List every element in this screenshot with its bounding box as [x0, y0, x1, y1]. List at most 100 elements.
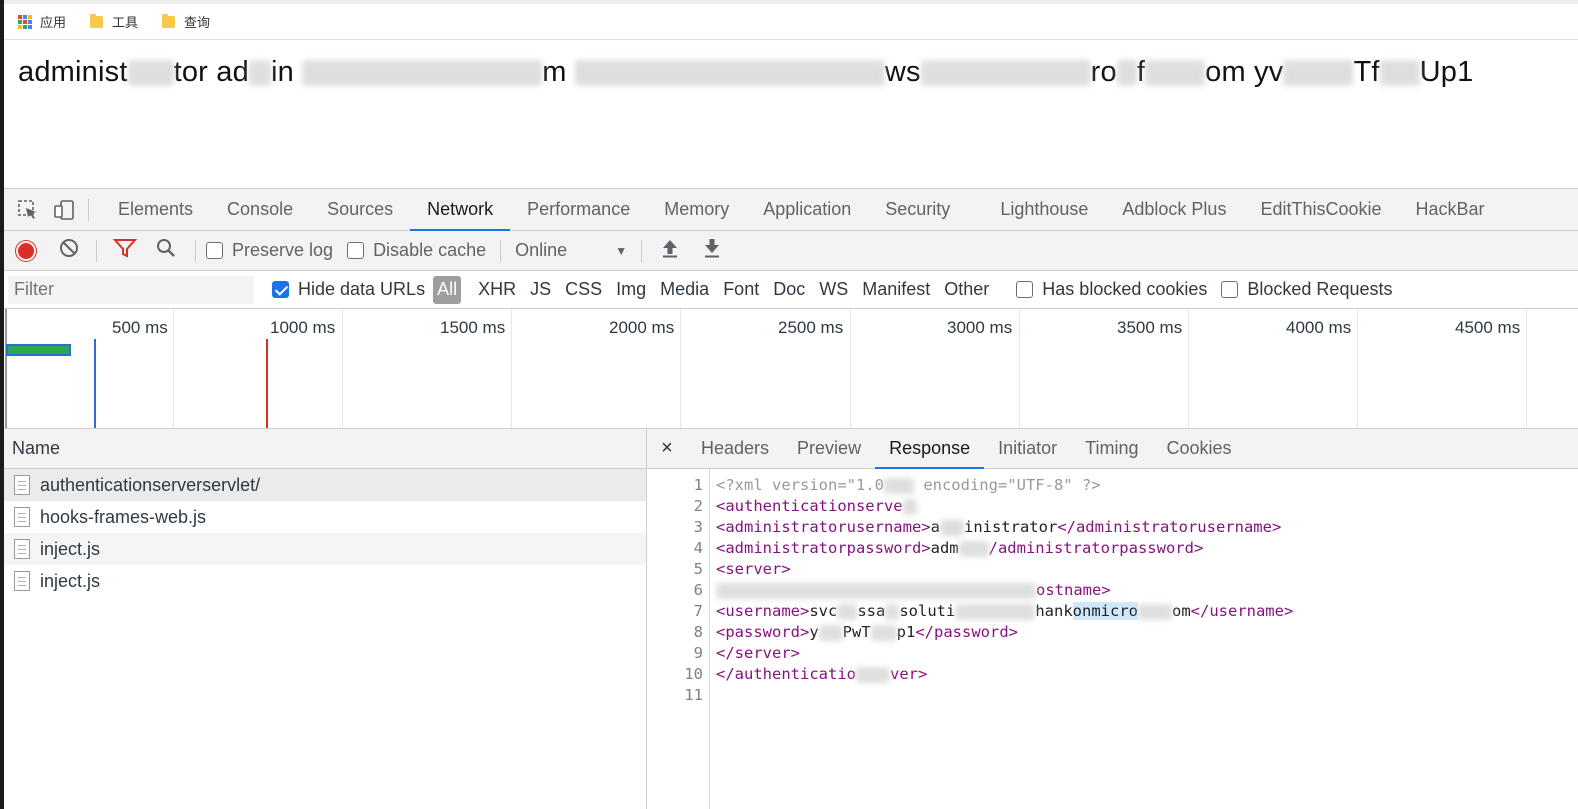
redaction	[958, 540, 989, 557]
checkbox-box[interactable]	[206, 242, 223, 259]
response-viewer[interactable]: 1 2 3 4 5 6 7 8 9 10 11 <?xml version="1…	[647, 469, 1578, 809]
code-token: <username>	[716, 602, 810, 620]
type-filter-doc[interactable]: Doc	[766, 276, 812, 304]
tab-console[interactable]: Console	[210, 189, 310, 230]
type-filter-ws[interactable]: WS	[812, 276, 855, 304]
line-number: 9	[693, 644, 703, 662]
checkbox-box[interactable]	[1221, 281, 1239, 298]
device-toolbar-icon[interactable]	[52, 198, 76, 222]
network-overview-timeline[interactable]: 500 ms 1000 ms 1500 ms 2000 ms 2500 ms 3…	[4, 309, 1578, 429]
page-response-text: administ tor ad in m ws ro f om yv Tf Up1	[18, 56, 1473, 89]
separator	[195, 239, 196, 262]
redaction	[902, 498, 917, 515]
tab-network[interactable]: Network	[410, 189, 511, 231]
tab-elements[interactable]: Elements	[101, 189, 210, 230]
tab-initiator[interactable]: Initiator	[984, 429, 1071, 468]
request-row[interactable]: authenticationserverservlet/	[4, 469, 646, 501]
bookmark-query[interactable]: 查询	[162, 12, 210, 31]
search-icon[interactable]	[155, 237, 177, 264]
redaction	[1137, 603, 1172, 620]
devtools-panel: Elements Console Sources Network Perform…	[4, 188, 1578, 809]
line-number: 4	[693, 539, 703, 557]
filter-funnel-icon[interactable]	[112, 237, 138, 264]
tab-cookies[interactable]: Cookies	[1153, 429, 1246, 468]
code-line: </authenticatio ver>	[716, 664, 1293, 685]
bookmark-apps[interactable]: 应用	[18, 12, 66, 31]
tab-performance[interactable]: Performance	[510, 189, 647, 230]
tab-lighthouse[interactable]: Lighthouse	[983, 189, 1105, 230]
type-filter-xhr[interactable]: XHR	[471, 276, 523, 304]
export-har-icon[interactable]	[702, 237, 722, 264]
disable-cache-checkbox[interactable]: Disable cache	[347, 240, 486, 261]
checkbox-box[interactable]	[272, 281, 289, 298]
type-filter-img[interactable]: Img	[609, 276, 653, 304]
tab-headers[interactable]: Headers	[687, 429, 783, 468]
request-row[interactable]: hooks-frames-web.js	[4, 501, 646, 533]
code-line: <server>	[716, 559, 1293, 580]
checkbox-box[interactable]	[347, 242, 365, 259]
separator	[641, 239, 643, 262]
preserve-log-checkbox[interactable]: Preserve log	[206, 240, 333, 261]
close-icon[interactable]: ×	[647, 429, 687, 468]
code-token: </server>	[716, 644, 800, 662]
type-filter-js[interactable]: JS	[523, 276, 558, 304]
type-filter-other[interactable]: Other	[937, 276, 996, 304]
code-token: soluti	[899, 602, 956, 620]
type-filter-font[interactable]: Font	[716, 276, 766, 304]
text-fragment: administ	[18, 56, 128, 88]
code-line: ostname>	[716, 580, 1293, 601]
filter-input[interactable]	[8, 275, 254, 304]
type-filter-css[interactable]: CSS	[558, 276, 609, 304]
code-token: </password>	[915, 623, 1018, 641]
timeline-tick-label: 3500 ms	[1117, 318, 1183, 337]
code-token: p1	[896, 623, 916, 641]
tab-security[interactable]: Security	[868, 189, 967, 230]
code-token: PwT	[842, 623, 871, 641]
tab-hackbar[interactable]: HackBar	[1399, 189, 1502, 230]
name-column-header[interactable]: Name	[4, 429, 646, 469]
code-line: </server>	[716, 643, 1293, 664]
clear-icon[interactable]	[58, 237, 80, 264]
inspect-element-icon[interactable]	[16, 198, 40, 222]
type-filter-all[interactable]: All	[433, 275, 462, 304]
grid-line	[850, 309, 851, 428]
import-har-icon[interactable]	[660, 237, 680, 264]
tab-application[interactable]: Application	[746, 189, 868, 230]
request-row[interactable]: inject.js	[4, 565, 646, 597]
tab-preview[interactable]: Preview	[783, 429, 875, 468]
line-number: 10	[684, 665, 703, 683]
code-line: <administratorpassword>adm/administrator…	[716, 538, 1293, 559]
record-button[interactable]	[16, 240, 36, 261]
timeline-tick-label: 1000 ms	[270, 318, 336, 337]
request-row[interactable]: inject.js	[4, 533, 646, 565]
network-filterbar: Hide data URLs All XHR JS CSS Img Media …	[4, 271, 1578, 309]
tab-memory[interactable]: Memory	[647, 189, 746, 230]
code-token: a	[930, 518, 940, 536]
code-token: <?xml version="1.0	[716, 476, 884, 494]
throttle-select[interactable]: Online ▼	[515, 240, 627, 261]
timeline-tick-label: 3000 ms	[947, 318, 1013, 337]
tab-adblock-plus[interactable]: Adblock Plus	[1105, 189, 1243, 230]
has-blocked-cookies-checkbox[interactable]: Has blocked cookies	[1016, 279, 1207, 300]
tab-sources[interactable]: Sources	[310, 189, 410, 230]
text-fragment: tor ad	[173, 56, 249, 88]
detail-tabbar: × Headers Preview Response Initiator Tim…	[647, 429, 1578, 469]
checkbox-box[interactable]	[1016, 281, 1034, 298]
type-filter-media[interactable]: Media	[653, 276, 716, 304]
timeline-tick-label: 2000 ms	[609, 318, 675, 337]
code-token: onmicro	[1072, 602, 1138, 620]
code-line: <username>svc ssa soluti hankonmicro om</use…	[716, 601, 1293, 622]
redaction	[955, 603, 1036, 620]
blocked-requests-checkbox[interactable]: Blocked Requests	[1221, 279, 1392, 300]
redaction	[716, 582, 1036, 599]
hide-data-urls-checkbox[interactable]: Hide data URLs	[272, 279, 425, 300]
tab-timing[interactable]: Timing	[1071, 429, 1152, 468]
checkbox-label: Disable cache	[373, 240, 487, 260]
type-filter-manifest[interactable]: Manifest	[855, 276, 937, 304]
code-token: inistrator	[963, 518, 1058, 536]
tab-editthiscookie[interactable]: EditThisCookie	[1243, 189, 1398, 230]
bookmark-tools[interactable]: 工具	[90, 12, 138, 31]
tab-response[interactable]: Response	[875, 429, 985, 469]
code-token: ostname>	[1036, 581, 1111, 599]
